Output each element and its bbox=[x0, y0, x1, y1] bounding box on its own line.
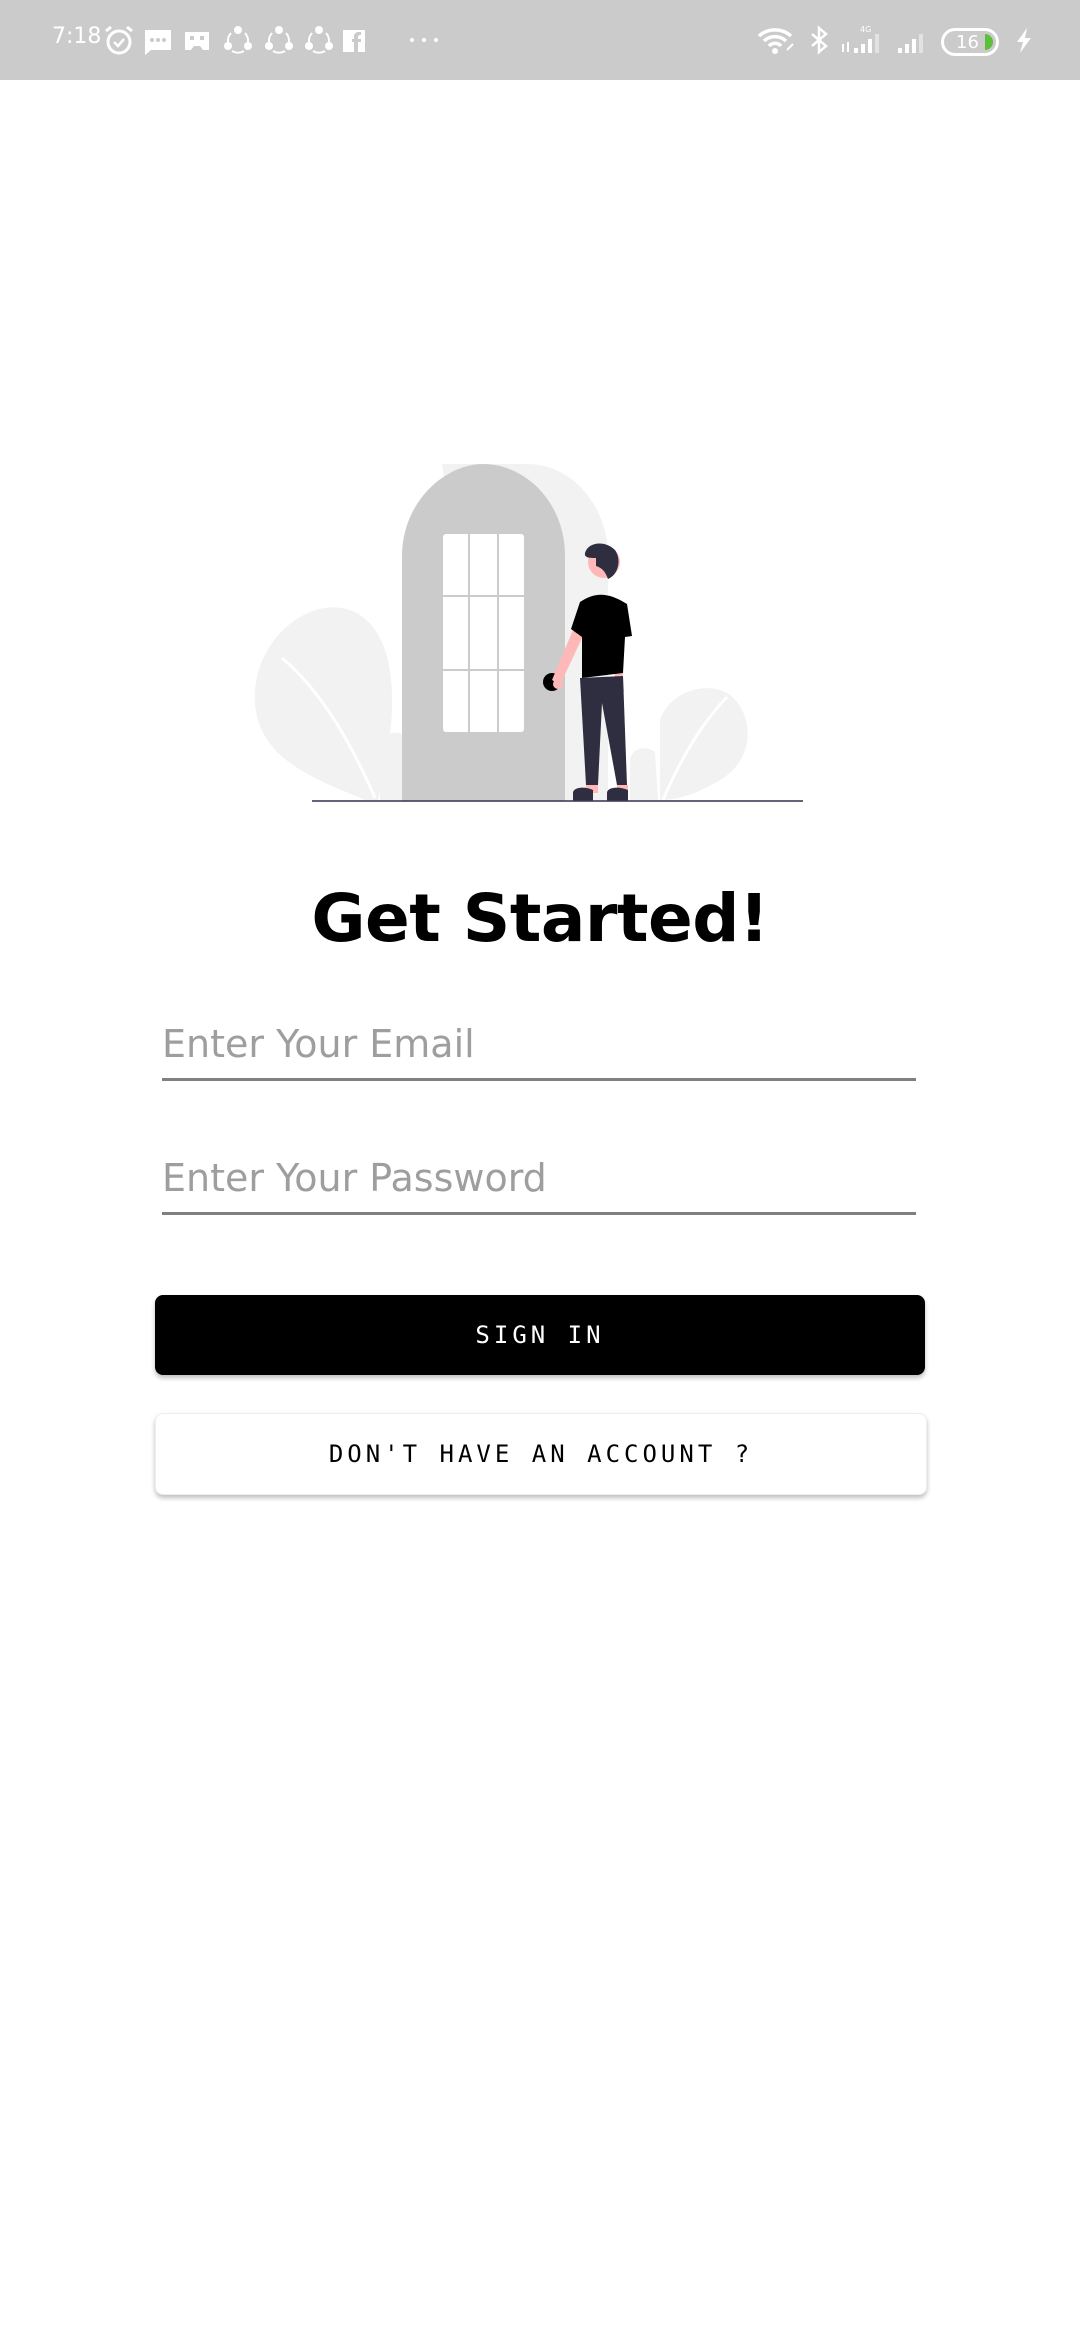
bluetooth-icon bbox=[811, 25, 828, 55]
illustration bbox=[254, 464, 803, 802]
register-button[interactable]: DON'T HAVE AN ACCOUNT ? bbox=[155, 1413, 927, 1495]
share-icon bbox=[305, 26, 333, 54]
password-input[interactable] bbox=[162, 1156, 916, 1200]
facebook-icon bbox=[343, 30, 365, 52]
sign-in-label: SIGN IN bbox=[475, 1321, 605, 1349]
sign-in-button[interactable]: SIGN IN bbox=[155, 1295, 925, 1375]
register-label: DON'T HAVE AN ACCOUNT ? bbox=[328, 1440, 754, 1468]
wifi-icon bbox=[757, 28, 794, 54]
right-plant bbox=[630, 688, 748, 801]
share-icon bbox=[224, 26, 252, 54]
charging-icon bbox=[1017, 28, 1031, 53]
left-plant bbox=[254, 607, 405, 800]
email-input[interactable] bbox=[162, 1022, 916, 1066]
status-time: 7:18 bbox=[52, 24, 102, 49]
signal-4g-icon: 4G bbox=[842, 25, 879, 53]
status-bar: 7:18 4G 16 bbox=[0, 0, 1080, 80]
page-title: Get Started! bbox=[311, 880, 769, 957]
network-type-label: 4G bbox=[860, 25, 871, 34]
battery-fill bbox=[985, 34, 993, 50]
battery-level: 16 bbox=[956, 31, 979, 53]
password-field[interactable] bbox=[162, 1134, 916, 1215]
more-notifications-icon bbox=[410, 38, 438, 42]
share-icon bbox=[265, 26, 293, 54]
alarm-icon bbox=[105, 25, 133, 55]
email-field[interactable] bbox=[162, 1000, 916, 1081]
battery-icon: 16 bbox=[941, 28, 999, 56]
door-window bbox=[443, 534, 524, 732]
message-icon bbox=[145, 30, 171, 55]
signal-icon bbox=[898, 34, 923, 53]
game-controller-icon bbox=[185, 32, 209, 50]
